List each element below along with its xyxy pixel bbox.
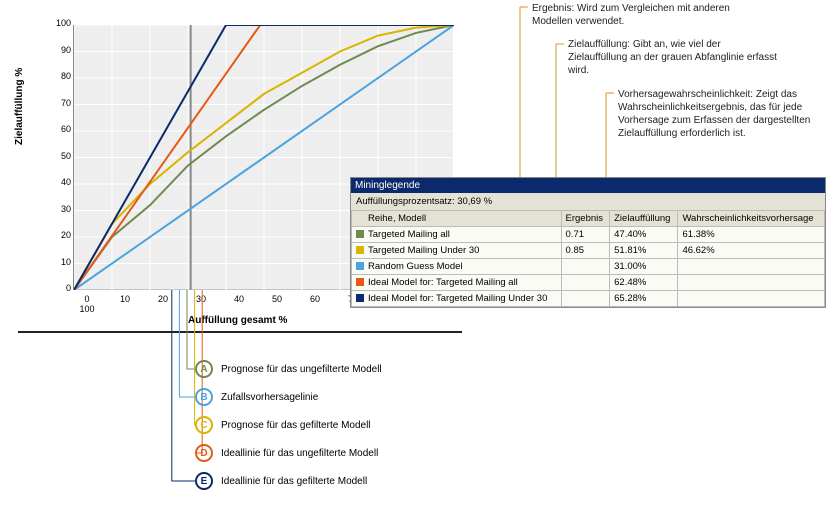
legend-letter: A bbox=[195, 360, 213, 378]
legend-letter: C bbox=[195, 416, 213, 434]
table-header-cell: Reihe, Modell bbox=[352, 211, 562, 227]
legend-text: Zufallsvorhersagelinie bbox=[221, 392, 318, 403]
annotation-vorhers: Vorhersagewahrscheinlichkeit: Zeigt das … bbox=[618, 88, 838, 140]
series-swatch bbox=[356, 230, 364, 238]
mining-legend-table: Reihe, ModellErgebnisZielauffüllungWahrs… bbox=[351, 210, 825, 307]
legend-letter: E bbox=[195, 472, 213, 490]
legend-text: Prognose für das ungefilterte Modell bbox=[221, 364, 382, 375]
table-header-row: Reihe, ModellErgebnisZielauffüllungWahrs… bbox=[352, 211, 825, 227]
y-axis-label: Zielauffüllung % bbox=[14, 68, 25, 145]
annotation-ergebnis: Ergebnis: Wird zum Vergleichen mit ander… bbox=[532, 2, 742, 28]
legend-text: Ideallinie für das gefilterte Modell bbox=[221, 476, 367, 487]
series-legend: A Prognose für das ungefilterte Modell B Zu… bbox=[195, 360, 382, 500]
legend-row: C Prognose für das gefilterte Modell bbox=[195, 416, 382, 434]
x-axis-label: Auffüllung gesamt % bbox=[188, 315, 287, 326]
mining-legend: Mininglegende Auffüllungsprozentsatz: 30… bbox=[350, 177, 826, 308]
table-row: Random Guess Model31.00% bbox=[352, 259, 825, 275]
table-row: Ideal Model for: Targeted Mailing Under … bbox=[352, 291, 825, 307]
table-row: Targeted Mailing all0.7147.40%61.38% bbox=[352, 227, 825, 243]
legend-row: B Zufallsvorhersagelinie bbox=[195, 388, 382, 406]
series-swatch bbox=[356, 262, 364, 270]
legend-row: D Ideallinie für das ungefilterte Modell bbox=[195, 444, 382, 462]
mining-legend-title: Mininglegende bbox=[351, 178, 825, 193]
mining-legend-subtitle: Auffüllungsprozentsatz: 30,69 % bbox=[351, 193, 825, 210]
annotation-ziel: Zielauffüllung: Gibt an, wie viel der Zi… bbox=[568, 38, 778, 77]
table-header-cell: Ergebnis bbox=[561, 211, 610, 227]
table-header-cell: Zielauffüllung bbox=[610, 211, 678, 227]
table-header-cell: Wahrscheinlichkeitsvorhersage bbox=[678, 211, 825, 227]
legend-row: A Prognose für das ungefilterte Modell bbox=[195, 360, 382, 378]
legend-text: Prognose für das gefilterte Modell bbox=[221, 420, 371, 431]
legend-letter: B bbox=[195, 388, 213, 406]
series-swatch bbox=[356, 278, 364, 286]
table-row: Ideal Model for: Targeted Mailing all62.… bbox=[352, 275, 825, 291]
series-swatch bbox=[356, 294, 364, 302]
legend-text: Ideallinie für das ungefilterte Modell bbox=[221, 448, 378, 459]
legend-letter: D bbox=[195, 444, 213, 462]
series-swatch bbox=[356, 246, 364, 254]
y-ticks: 1009080706050403020100 bbox=[51, 19, 71, 284]
legend-row: E Ideallinie für das gefilterte Modell bbox=[195, 472, 382, 490]
table-row: Targeted Mailing Under 300.8551.81%46.62… bbox=[352, 243, 825, 259]
